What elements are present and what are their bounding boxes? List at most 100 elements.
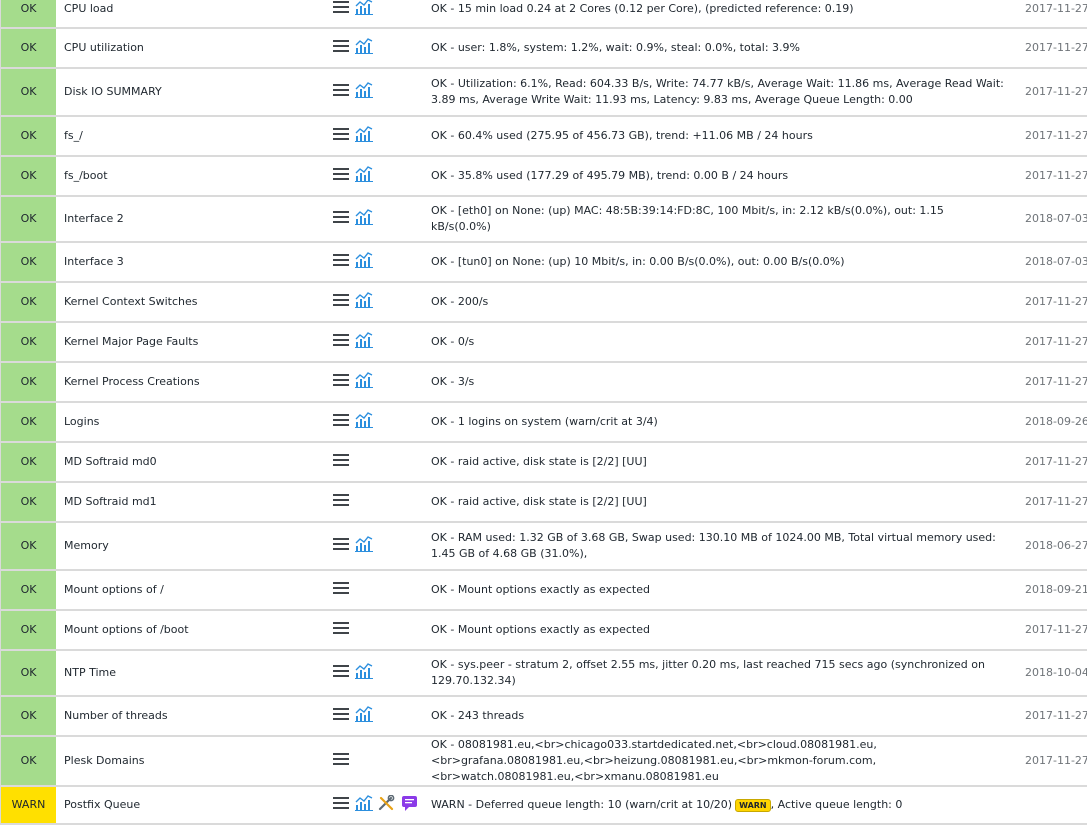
service-description-link[interactable]: Memory xyxy=(56,523,325,571)
menu-icon[interactable] xyxy=(333,210,349,229)
service-description-link[interactable]: Kernel Process Creations xyxy=(56,363,325,403)
tools-icon[interactable] xyxy=(378,794,395,816)
service-description-link[interactable]: fs_/boot xyxy=(56,157,325,197)
service-description-link[interactable]: MD Softraid md0 xyxy=(56,443,325,483)
service-description-link[interactable]: Number of threads xyxy=(56,697,325,737)
menu-icon[interactable] xyxy=(333,493,349,512)
service-row[interactable]: OK MD Softraid md0 OK - raid active, dis… xyxy=(0,443,1087,483)
menu-icon[interactable] xyxy=(333,537,349,556)
graph-icon[interactable] xyxy=(354,662,373,684)
menu-icon[interactable] xyxy=(333,293,349,312)
graph-icon[interactable] xyxy=(354,331,373,353)
service-state-badge[interactable]: OK xyxy=(0,737,56,787)
graph-icon[interactable] xyxy=(354,371,373,393)
service-row[interactable]: OK Kernel Process Creations OK - 3/s 201… xyxy=(0,363,1087,403)
menu-icon[interactable] xyxy=(333,39,349,58)
service-description-link[interactable]: fs_/ xyxy=(56,117,325,157)
service-row[interactable]: OK MD Softraid md1 OK - raid active, dis… xyxy=(0,483,1087,523)
service-description-link[interactable]: NTP Time xyxy=(56,651,325,697)
service-row[interactable]: OK Kernel Major Page Faults OK - 0/s 201… xyxy=(0,323,1087,363)
service-state-badge[interactable]: OK xyxy=(0,323,56,363)
service-description-link[interactable]: Logins xyxy=(56,403,325,443)
menu-icon[interactable] xyxy=(333,664,349,683)
service-row[interactable]: OK Logins OK - 1 logins on system (warn/… xyxy=(0,403,1087,443)
comment-icon[interactable] xyxy=(401,795,418,816)
service-description-link[interactable]: Kernel Context Switches xyxy=(56,283,325,323)
service-description-link[interactable]: Postfix Queue xyxy=(56,787,325,825)
service-state-badge[interactable]: OK xyxy=(0,197,56,243)
service-description-link[interactable]: Mount options of / xyxy=(56,571,325,611)
service-output: OK - 15 min load 0.24 at 2 Cores (0.12 p… xyxy=(431,0,1017,29)
service-row[interactable]: OK CPU utilization OK - user: 1.8%, syst… xyxy=(0,29,1087,69)
service-row[interactable]: OK Memory OK - RAM used: 1.32 GB of 3.68… xyxy=(0,523,1087,571)
service-state-badge[interactable]: OK xyxy=(0,403,56,443)
menu-icon[interactable] xyxy=(333,413,349,432)
service-state-badge[interactable]: OK xyxy=(0,283,56,323)
service-output: OK - [tun0] on None: (up) 10 Mbit/s, in:… xyxy=(431,243,1017,283)
graph-icon[interactable] xyxy=(354,411,373,433)
service-state-badge[interactable]: OK xyxy=(0,611,56,651)
menu-icon[interactable] xyxy=(333,333,349,352)
graph-icon[interactable] xyxy=(354,208,373,230)
service-row[interactable]: OK NTP Time OK - sys.peer - stratum 2, o… xyxy=(0,651,1087,697)
service-state-badge[interactable]: OK xyxy=(0,243,56,283)
service-state-badge[interactable]: OK xyxy=(0,483,56,523)
graph-icon[interactable] xyxy=(354,251,373,273)
service-row[interactable]: OK Disk IO SUMMARY OK - Utilization: 6.1… xyxy=(0,69,1087,117)
service-state-badge[interactable]: OK xyxy=(0,697,56,737)
graph-icon[interactable] xyxy=(354,291,373,313)
service-row[interactable]: OK Interface 2 OK - [eth0] on None: (up)… xyxy=(0,197,1087,243)
service-state-badge[interactable]: OK xyxy=(0,523,56,571)
menu-icon[interactable] xyxy=(333,373,349,392)
service-state-badge[interactable]: OK xyxy=(0,363,56,403)
service-row[interactable]: OK Mount options of / OK - Mount options… xyxy=(0,571,1087,611)
service-description-link[interactable]: CPU utilization xyxy=(56,29,325,69)
menu-icon[interactable] xyxy=(333,167,349,186)
menu-icon[interactable] xyxy=(333,752,349,771)
service-state-badge[interactable]: WARN xyxy=(0,787,56,825)
menu-icon[interactable] xyxy=(333,83,349,102)
service-description-link[interactable]: Interface 3 xyxy=(56,243,325,283)
menu-icon[interactable] xyxy=(333,0,349,19)
graph-icon[interactable] xyxy=(354,794,373,816)
service-description-link[interactable]: CPU load xyxy=(56,0,325,29)
menu-icon[interactable] xyxy=(333,127,349,146)
graph-icon[interactable] xyxy=(354,535,373,557)
service-state-badge[interactable]: OK xyxy=(0,571,56,611)
service-row[interactable]: OK Plesk Domains OK - 08081981.eu,<br>ch… xyxy=(0,737,1087,787)
service-row[interactable]: OK fs_/boot OK - 35.8% used (177.29 of 4… xyxy=(0,157,1087,197)
graph-icon[interactable] xyxy=(354,37,373,59)
menu-icon[interactable] xyxy=(333,796,349,815)
graph-icon[interactable] xyxy=(354,705,373,727)
service-row[interactable]: OK Interface 3 OK - [tun0] on None: (up)… xyxy=(0,243,1087,283)
graph-icon[interactable] xyxy=(354,0,373,20)
graph-icon[interactable] xyxy=(354,125,373,147)
service-state-badge[interactable]: OK xyxy=(0,443,56,483)
service-state-badge[interactable]: OK xyxy=(0,117,56,157)
service-row[interactable]: OK Mount options of /boot OK - Mount opt… xyxy=(0,611,1087,651)
menu-icon[interactable] xyxy=(333,253,349,272)
service-last-check: 2017-11-27 11:2 xyxy=(1017,697,1087,737)
service-row[interactable]: OK fs_/ OK - 60.4% used (275.95 of 456.7… xyxy=(0,117,1087,157)
service-state-badge[interactable]: OK xyxy=(0,29,56,69)
service-row[interactable]: WARN Postfix Queue WARN - Deferred queue… xyxy=(0,787,1087,825)
service-description-link[interactable]: Kernel Major Page Faults xyxy=(56,323,325,363)
service-row[interactable]: OK Number of threads OK - 243 threads 20… xyxy=(0,697,1087,737)
service-state-badge[interactable]: OK xyxy=(0,651,56,697)
service-state-badge[interactable]: OK xyxy=(0,69,56,117)
graph-icon[interactable] xyxy=(354,81,373,103)
menu-icon[interactable] xyxy=(333,621,349,640)
service-description-link[interactable]: Disk IO SUMMARY xyxy=(56,69,325,117)
service-state-badge[interactable]: OK xyxy=(0,0,56,29)
service-row[interactable]: OK Kernel Context Switches OK - 200/s 20… xyxy=(0,283,1087,323)
service-description-link[interactable]: Mount options of /boot xyxy=(56,611,325,651)
menu-icon[interactable] xyxy=(333,581,349,600)
service-description-link[interactable]: Interface 2 xyxy=(56,197,325,243)
service-row[interactable]: OK CPU load OK - 15 min load 0.24 at 2 C… xyxy=(0,0,1087,29)
service-description-link[interactable]: Plesk Domains xyxy=(56,737,325,787)
menu-icon[interactable] xyxy=(333,707,349,726)
service-state-badge[interactable]: OK xyxy=(0,157,56,197)
service-description-link[interactable]: MD Softraid md1 xyxy=(56,483,325,523)
graph-icon[interactable] xyxy=(354,165,373,187)
menu-icon[interactable] xyxy=(333,453,349,472)
